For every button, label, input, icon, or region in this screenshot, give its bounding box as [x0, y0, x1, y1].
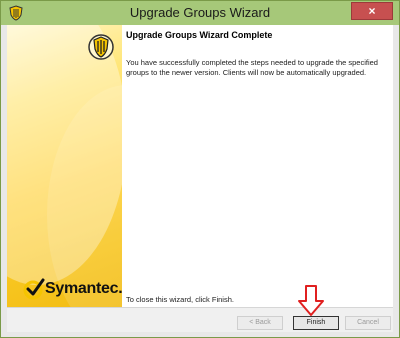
page-heading: Upgrade Groups Wizard Complete [126, 30, 273, 40]
wizard-side-panel: Symantec. [7, 25, 122, 307]
cancel-button[interactable]: Cancel [345, 316, 391, 330]
finish-button[interactable]: Finish [293, 316, 339, 330]
window-title: Upgrade Groups Wizard [129, 5, 271, 20]
back-button[interactable]: < Back [237, 316, 283, 330]
wizard-content: Upgrade Groups Wizard Complete You have … [122, 25, 393, 307]
down-arrow-icon [298, 285, 324, 316]
close-button[interactable]: × [351, 2, 393, 20]
symantec-logo: Symantec. [23, 277, 122, 303]
title-bar[interactable]: Upgrade Groups Wizard × [1, 1, 399, 25]
close-instructions: To close this wizard, click Finish. [126, 295, 234, 304]
shield-logo-icon [88, 34, 114, 60]
close-icon: × [368, 4, 376, 18]
button-bar: < Back Finish Cancel [7, 307, 393, 332]
checkmark-icon [23, 278, 45, 300]
brand-name: Symantec. [45, 280, 122, 297]
completion-message: You have successfully completed the step… [126, 58, 378, 77]
wizard-window: Upgrade Groups Wizard × Symantec. Upgrad… [0, 0, 400, 338]
wizard-client-area: Symantec. Upgrade Groups Wizard Complete… [7, 25, 393, 332]
